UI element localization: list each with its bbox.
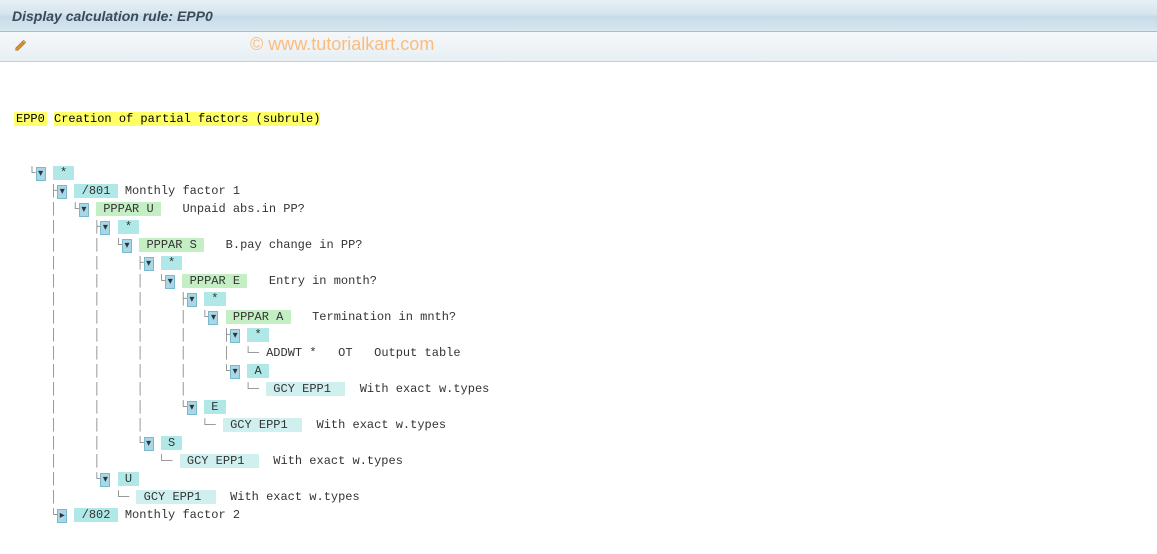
tree-token[interactable]: GCY EPP1 xyxy=(180,454,259,468)
tree-token[interactable]: GCY EPP1 xyxy=(223,418,302,432)
tree-token[interactable]: * xyxy=(118,220,140,234)
collapse-icon[interactable]: ▾ xyxy=(144,437,154,451)
collapse-icon[interactable]: ▾ xyxy=(187,293,197,307)
tree-token[interactable]: * xyxy=(161,256,183,270)
collapse-icon[interactable]: ▾ xyxy=(230,329,240,343)
tree-row[interactable]: │ │ │ │ ├▾ * xyxy=(14,326,1143,344)
pencil-icon xyxy=(14,38,28,55)
collapse-icon[interactable]: ▾ xyxy=(230,365,240,379)
tree-row[interactable]: │ └▾ U xyxy=(14,470,1143,488)
tree-row[interactable]: │ │ │ └▾ E xyxy=(14,398,1143,416)
collapse-icon[interactable]: ▾ xyxy=(100,221,110,235)
tree-token[interactable]: PPPAR E xyxy=(182,274,247,288)
collapse-icon[interactable]: ▾ xyxy=(36,167,46,181)
tree-row[interactable]: └▾ * xyxy=(14,164,1143,182)
tree-token[interactable]: PPPAR U xyxy=(96,202,161,216)
tree-token[interactable]: U xyxy=(118,472,140,486)
tree-token[interactable]: PPPAR S xyxy=(139,238,204,252)
tree-token[interactable]: GCY EPP1 xyxy=(266,382,345,396)
collapse-icon[interactable]: ▾ xyxy=(122,239,132,253)
tree-row[interactable]: ├▾ /801 Monthly factor 1 xyxy=(14,182,1143,200)
expand-icon[interactable]: ▸ xyxy=(57,509,67,523)
collapse-icon[interactable]: ▾ xyxy=(57,185,67,199)
tree-token[interactable]: A xyxy=(247,364,269,378)
collapse-icon[interactable]: ▾ xyxy=(100,473,110,487)
tree-row[interactable]: │ │ │ │ └▾ PPPAR A Termination in mnth? xyxy=(14,308,1143,326)
title-bar: Display calculation rule: EPP0 xyxy=(0,0,1157,32)
tree-token[interactable]: /801 xyxy=(74,184,117,198)
collapse-icon[interactable]: ▾ xyxy=(208,311,218,325)
tree-row[interactable]: │ │ │ │ │ └─ ADDWT * OT Output table xyxy=(14,344,1143,362)
tree-row[interactable]: │ │ └▾ S xyxy=(14,434,1143,452)
tree-token[interactable]: PPPAR A xyxy=(226,310,291,324)
tree-row[interactable]: │ └─ GCY EPP1 With exact w.types xyxy=(14,488,1143,506)
tree-row[interactable]: │ └▾ PPPAR U Unpaid abs.in PP? xyxy=(14,200,1143,218)
tree-token[interactable]: GCY EPP1 xyxy=(136,490,215,504)
tree-row[interactable]: │ │ └─ GCY EPP1 With exact w.types xyxy=(14,452,1143,470)
tree-content: EPP0 Creation of partial factors (subrul… xyxy=(0,62,1157,554)
tree-row[interactable]: │ ├▾ * xyxy=(14,218,1143,236)
tree-row[interactable]: │ │ │ │ └─ GCY EPP1 With exact w.types xyxy=(14,380,1143,398)
tree-token[interactable]: /802 xyxy=(74,508,117,522)
tree-token[interactable]: * xyxy=(247,328,269,342)
tree-token: ADDWT * xyxy=(266,346,331,360)
tree-row[interactable]: │ │ │ │ └▾ A xyxy=(14,362,1143,380)
page-title: Display calculation rule: EPP0 xyxy=(12,8,213,24)
tree-row[interactable]: │ │ │ ├▾ * xyxy=(14,290,1143,308)
tree-root[interactable]: EPP0 Creation of partial factors (subrul… xyxy=(14,110,1143,128)
collapse-icon[interactable]: ▾ xyxy=(187,401,197,415)
tree-token[interactable]: E xyxy=(204,400,226,414)
edit-button[interactable] xyxy=(10,36,32,58)
collapse-icon[interactable]: ▾ xyxy=(144,257,154,271)
tree-token[interactable]: * xyxy=(53,166,75,180)
root-desc: Creation of partial factors (subrule) xyxy=(54,112,320,126)
toolbar xyxy=(0,32,1157,62)
root-code: EPP0 xyxy=(14,112,47,126)
collapse-icon[interactable]: ▾ xyxy=(79,203,89,217)
tree-row[interactable]: │ │ └▾ PPPAR S B.pay change in PP? xyxy=(14,236,1143,254)
tree-row[interactable]: │ │ │ └▾ PPPAR E Entry in month? xyxy=(14,272,1143,290)
tree-token[interactable]: S xyxy=(161,436,183,450)
tree-token[interactable]: * xyxy=(204,292,226,306)
collapse-icon[interactable]: ▾ xyxy=(165,275,175,289)
tree-row[interactable]: │ │ │ └─ GCY EPP1 With exact w.types xyxy=(14,416,1143,434)
tree-row[interactable]: └▸ /802 Monthly factor 2 xyxy=(14,506,1143,524)
tree-row[interactable]: │ │ ├▾ * xyxy=(14,254,1143,272)
